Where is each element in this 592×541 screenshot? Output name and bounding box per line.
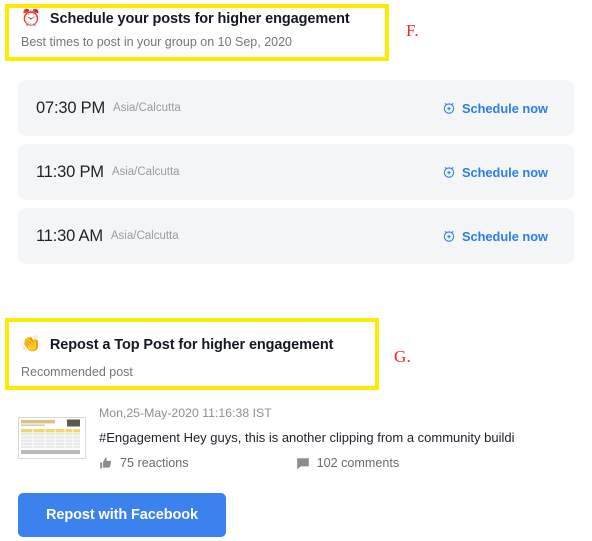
schedule-now-button[interactable]: Schedule now [442, 165, 558, 180]
schedule-subtitle: Best times to post in your group on 10 S… [21, 35, 293, 49]
slot-time: 11:30 PM [36, 162, 104, 181]
repost-title-row: 👏 Repost a Top Post for higher engagemen… [21, 336, 379, 354]
table-row[interactable]: 11:30 AM Asia/Calcutta Schedule now [18, 208, 574, 264]
post-text: #Engagement Hey guys, this is another cl… [99, 430, 515, 445]
slot-time: 11:30 AM [36, 226, 103, 245]
post-timestamp: Mon,25-May-2020 11:16:38 IST [99, 406, 272, 420]
comments-stat: 102 comments [296, 456, 400, 470]
annotation-label-g: G. [394, 347, 412, 366]
slot-timezone: Asia/Calcutta [113, 102, 181, 114]
slot-timezone: Asia/Calcutta [111, 166, 180, 178]
alarm-plus-icon [442, 229, 456, 243]
schedule-now-label: Schedule now [461, 100, 548, 116]
repost-header: 👏 Repost a Top Post for higher engagemen… [5, 318, 379, 390]
schedule-slot-list: 07:30 PM Asia/Calcutta Schedule now 11:3… [18, 80, 574, 272]
schedule-title: Schedule your posts for higher engagemen… [49, 11, 350, 27]
post-body: Mon,25-May-2020 11:16:38 IST #Engagement… [99, 405, 574, 470]
alarm-plus-icon [442, 101, 456, 115]
schedule-header: ⏰ Schedule your posts for higher engagem… [5, 4, 389, 61]
thumbs-up-icon [99, 456, 113, 470]
table-row[interactable]: 07:30 PM Asia/Calcutta Schedule now [18, 80, 574, 136]
repost-with-facebook-button[interactable]: Repost with Facebook [18, 493, 226, 537]
alarm-plus-icon [442, 165, 456, 179]
slot-time: 07:30 PM [36, 98, 106, 117]
comments-label: 102 comments [316, 456, 400, 470]
alarm-clock-emoji: ⏰ [21, 10, 41, 27]
annotation-label-f: F. [406, 21, 419, 40]
table-row[interactable]: 11:30 PM Asia/Calcutta Schedule now [18, 144, 574, 200]
recommended-post-preview: Mon,25-May-2020 11:16:38 IST #Engagement… [18, 405, 574, 470]
comment-bubble-icon [296, 457, 310, 470]
slot-timezone: Asia/Calcutta [110, 230, 179, 242]
reactions-stat: 75 reactions [99, 456, 189, 470]
schedule-now-button[interactable]: Schedule now [442, 101, 558, 116]
schedule-now-button[interactable]: Schedule now [442, 229, 558, 244]
clapping-hands-emoji: 👏 [21, 336, 41, 353]
schedule-now-label: Schedule now [461, 164, 548, 180]
reactions-label: 75 reactions [120, 456, 189, 470]
repost-subtitle: Recommended post [21, 365, 133, 379]
post-stats: 75 reactions 102 comments [99, 456, 574, 470]
schedule-now-label: Schedule now [461, 228, 548, 244]
schedule-title-row: ⏰ Schedule your posts for higher engagem… [21, 10, 389, 28]
repost-title: Repost a Top Post for higher engagement [49, 337, 334, 353]
spreadsheet-thumbnail[interactable] [18, 417, 86, 459]
